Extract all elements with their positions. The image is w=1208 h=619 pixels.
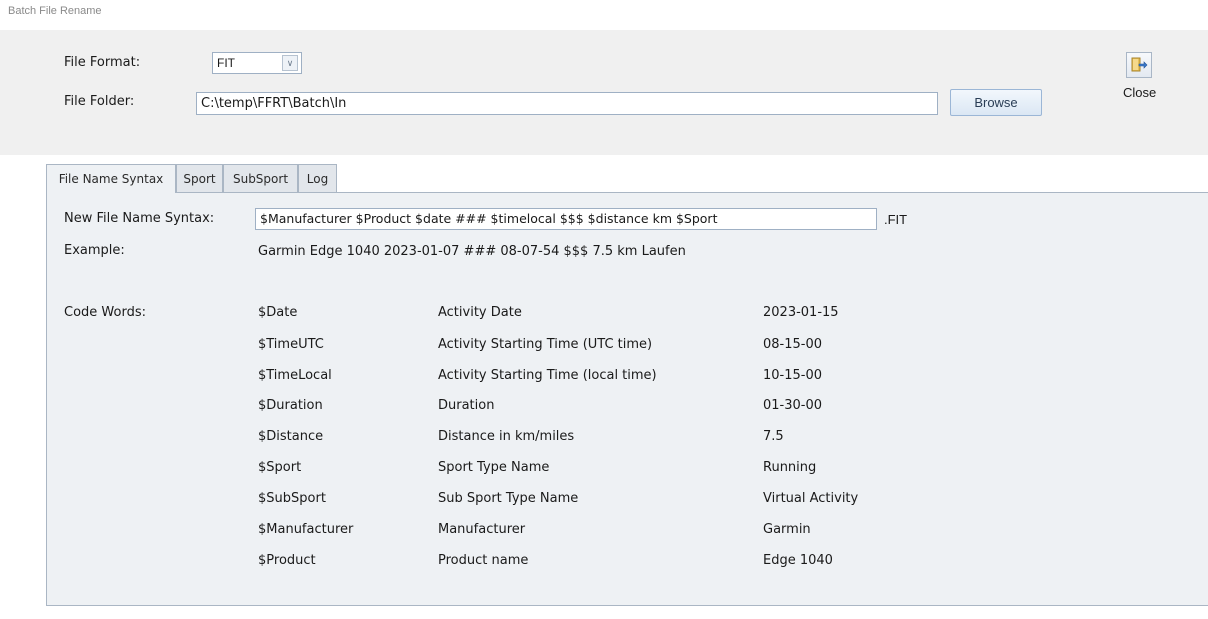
code-word-description: Manufacturer	[438, 522, 526, 537]
file-folder-label: File Folder:	[64, 94, 135, 109]
file-format-label: File Format:	[64, 55, 141, 70]
code-word-code: $Product	[258, 553, 316, 568]
chevron-down-icon[interactable]: ∨	[282, 55, 298, 71]
code-word-example: Edge 1040	[763, 553, 833, 568]
example-value: Garmin Edge 1040 2023-01-07 ### 08-07-54…	[258, 244, 686, 259]
code-word-code: $Sport	[258, 460, 302, 475]
code-word-example: 01-30-00	[763, 398, 823, 413]
file-extension: .FIT	[884, 212, 908, 227]
code-word-example: Running	[763, 460, 817, 475]
code-word-code: $Duration	[258, 398, 323, 413]
code-word-code: $TimeLocal	[258, 368, 332, 383]
syntax-input[interactable]: $Manufacturer $Product $date ### $timelo…	[255, 208, 877, 230]
code-word-description: Activity Starting Time (local time)	[438, 368, 657, 383]
code-word-description: Duration	[438, 398, 495, 413]
code-word-example: 10-15-00	[763, 368, 823, 383]
tab-file-name-syntax[interactable]: File Name Syntax	[46, 164, 176, 193]
file-format-select[interactable]: FIT ∨	[212, 52, 302, 74]
tab-sport[interactable]: Sport	[176, 164, 223, 192]
tab-log[interactable]: Log	[298, 164, 337, 192]
code-word-code: $TimeUTC	[258, 337, 324, 352]
code-word-description: Sub Sport Type Name	[438, 491, 579, 506]
code-word-code: $Date	[258, 305, 298, 320]
code-word-code: $Distance	[258, 429, 324, 444]
code-word-description: Activity Starting Time (UTC time)	[438, 337, 653, 352]
code-word-example: 2023-01-15	[763, 305, 839, 320]
syntax-label: New File Name Syntax:	[64, 211, 215, 226]
code-word-description: Product name	[438, 553, 529, 568]
code-word-description: Distance in km/miles	[438, 429, 575, 444]
example-label: Example:	[64, 243, 125, 258]
tab-subsport[interactable]: SubSport	[223, 164, 298, 192]
close-button[interactable]: Close	[1122, 52, 1172, 104]
code-word-example: Virtual Activity	[763, 491, 859, 506]
code-word-description: Activity Date	[438, 305, 522, 320]
close-label: Close	[1123, 85, 1157, 100]
code-word-code: $SubSport	[258, 491, 326, 506]
code-word-example: 08-15-00	[763, 337, 823, 352]
code-word-example: 7.5	[763, 429, 784, 444]
code-word-description: Sport Type Name	[438, 460, 550, 475]
code-word-code: $Manufacturer	[258, 522, 354, 537]
file-format-value: FIT	[217, 56, 235, 70]
code-word-example: Garmin	[763, 522, 811, 537]
browse-button[interactable]: Browse	[950, 89, 1042, 116]
code-words-label: Code Words:	[64, 305, 146, 320]
exit-door-icon[interactable]	[1126, 52, 1152, 78]
file-folder-input[interactable]: C:\temp\FFRT\Batch\In	[196, 92, 938, 115]
window-title: Batch File Rename	[8, 5, 102, 17]
